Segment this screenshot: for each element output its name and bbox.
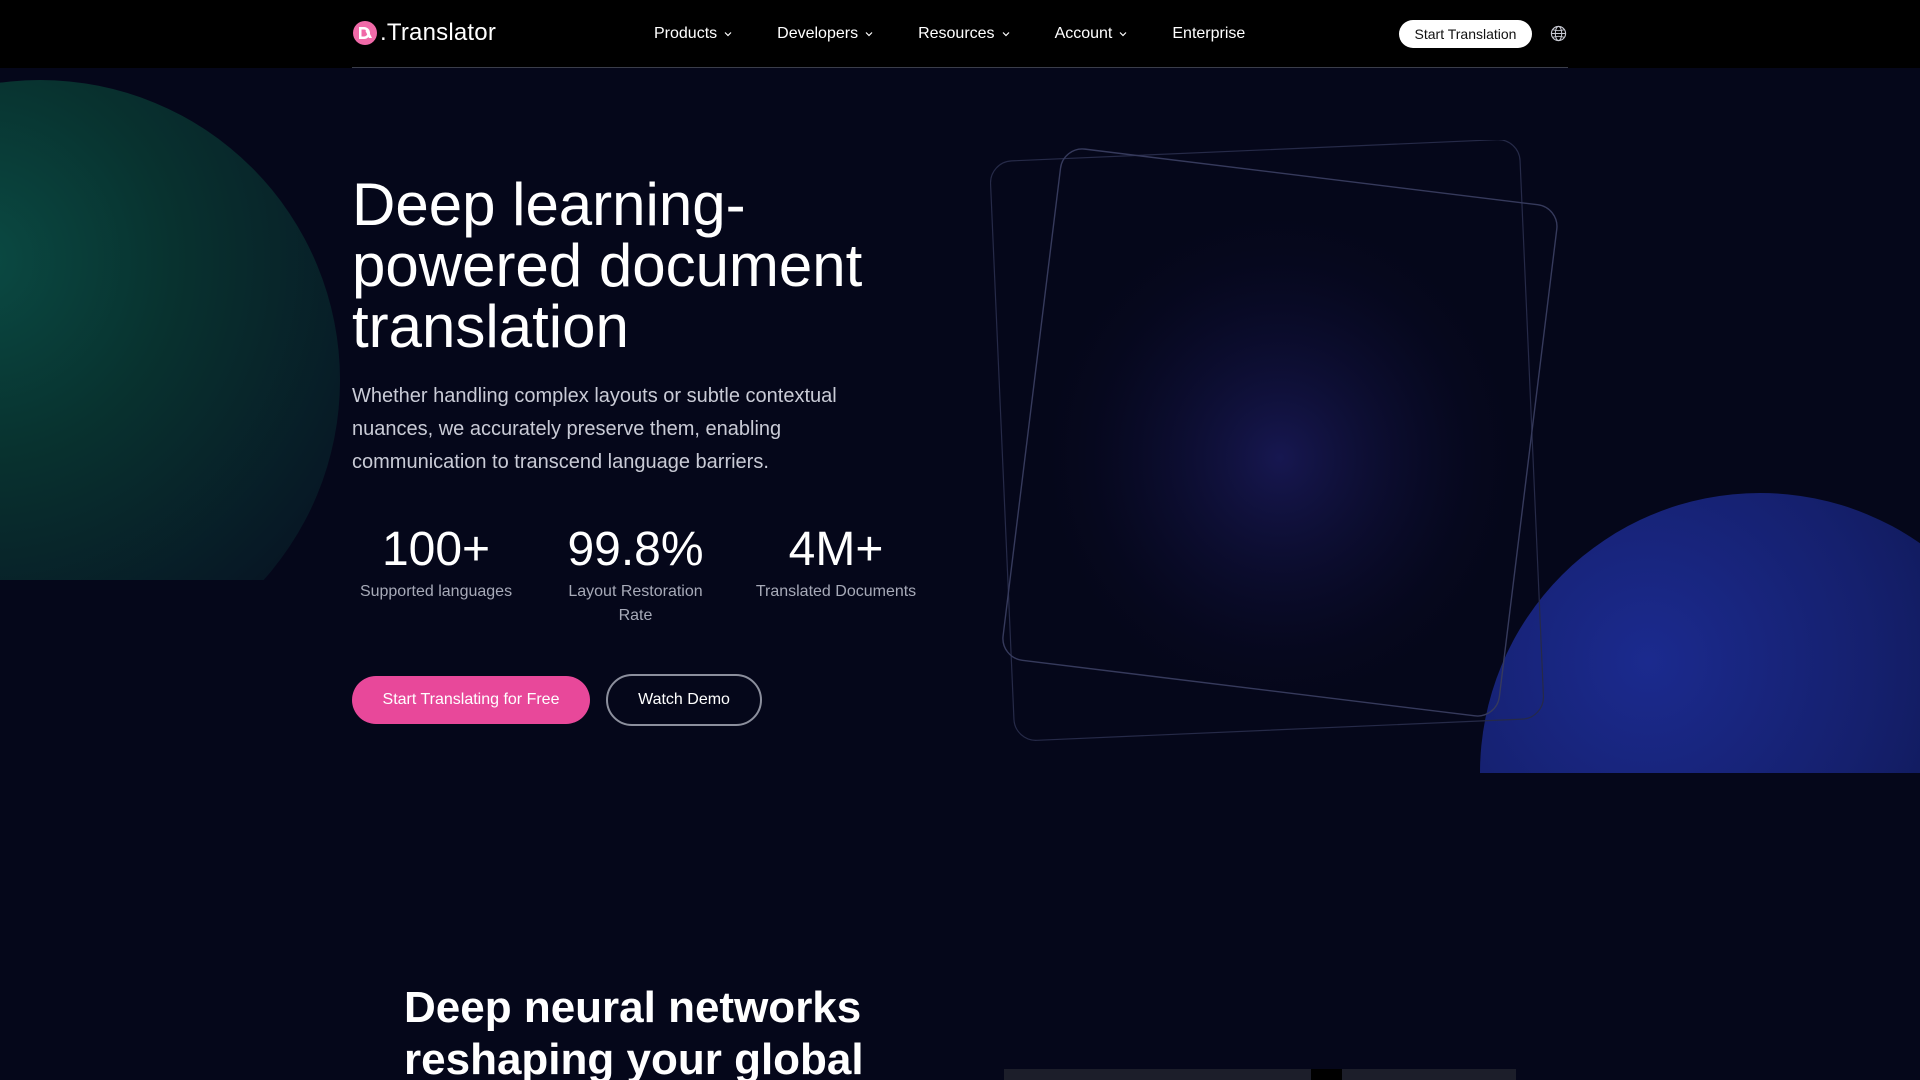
stat-label: Layout Restoration Rate (568, 583, 703, 624)
stat-supported-languages: 100+ Supported languages (352, 520, 520, 604)
main-nav: Products Developers Resources Account En… (654, 0, 1245, 68)
stat-label: Supported languages (359, 583, 513, 600)
preview-panel-edge (1342, 1069, 1516, 1080)
top-navigation-bar: .Translator Products Developers Resource… (0, 0, 1920, 68)
nav-item-account[interactable]: Account (1055, 25, 1129, 43)
stat-layout-restoration-rate: 99.8% Layout Restoration Rate (558, 520, 713, 628)
chevron-down-icon (865, 32, 873, 37)
nav-item-products[interactable]: Products (654, 25, 733, 43)
nav-item-resources[interactable]: Resources (918, 25, 1010, 43)
stat-value: 4M+ (788, 523, 884, 576)
hero-title: Deep learning-powered document translati… (352, 171, 863, 360)
nav-item-enterprise[interactable]: Enterprise (1172, 25, 1245, 43)
start-translating-free-button[interactable]: Start Translating for Free (352, 676, 590, 724)
section-title: Deep neural networks reshaping your glob… (404, 983, 864, 1080)
logo-text: .Translator (380, 19, 497, 46)
stat-value: 100+ (381, 523, 491, 576)
nav-label-account: Account (1054, 25, 1113, 42)
chevron-down-icon (1119, 32, 1127, 37)
nav-label-developers: Developers (777, 25, 859, 42)
watch-demo-button[interactable]: Watch Demo (606, 674, 762, 726)
green-gradient-circle (0, 80, 340, 580)
stat-value: 99.8% (567, 523, 704, 576)
nav-label-products: Products (654, 25, 718, 42)
start-translation-button[interactable]: Start Translation (1399, 20, 1532, 48)
nav-label-resources: Resources (918, 25, 995, 42)
nav-item-developers[interactable]: Developers (777, 25, 874, 43)
hero-description: Whether handling complex layouts or subt… (352, 385, 837, 473)
logo-mark-icon (353, 21, 377, 45)
header-container: .Translator Products Developers Resource… (352, 0, 1568, 68)
brand-logo[interactable]: .Translator (352, 19, 496, 47)
globe-icon[interactable] (1550, 25, 1567, 42)
stat-translated-documents: 4M+ Translated Documents (752, 520, 920, 604)
chevron-down-icon (724, 32, 732, 37)
rotated-frames-illustration (990, 140, 1558, 741)
preview-panel-edge (1004, 1069, 1311, 1080)
preview-panel-gap (1311, 1069, 1342, 1080)
nav-label-enterprise: Enterprise (1172, 25, 1246, 42)
stat-label: Translated Documents (755, 583, 917, 600)
page: .Translator Products Developers Resource… (0, 0, 1920, 1080)
chevron-down-icon (1002, 32, 1009, 37)
